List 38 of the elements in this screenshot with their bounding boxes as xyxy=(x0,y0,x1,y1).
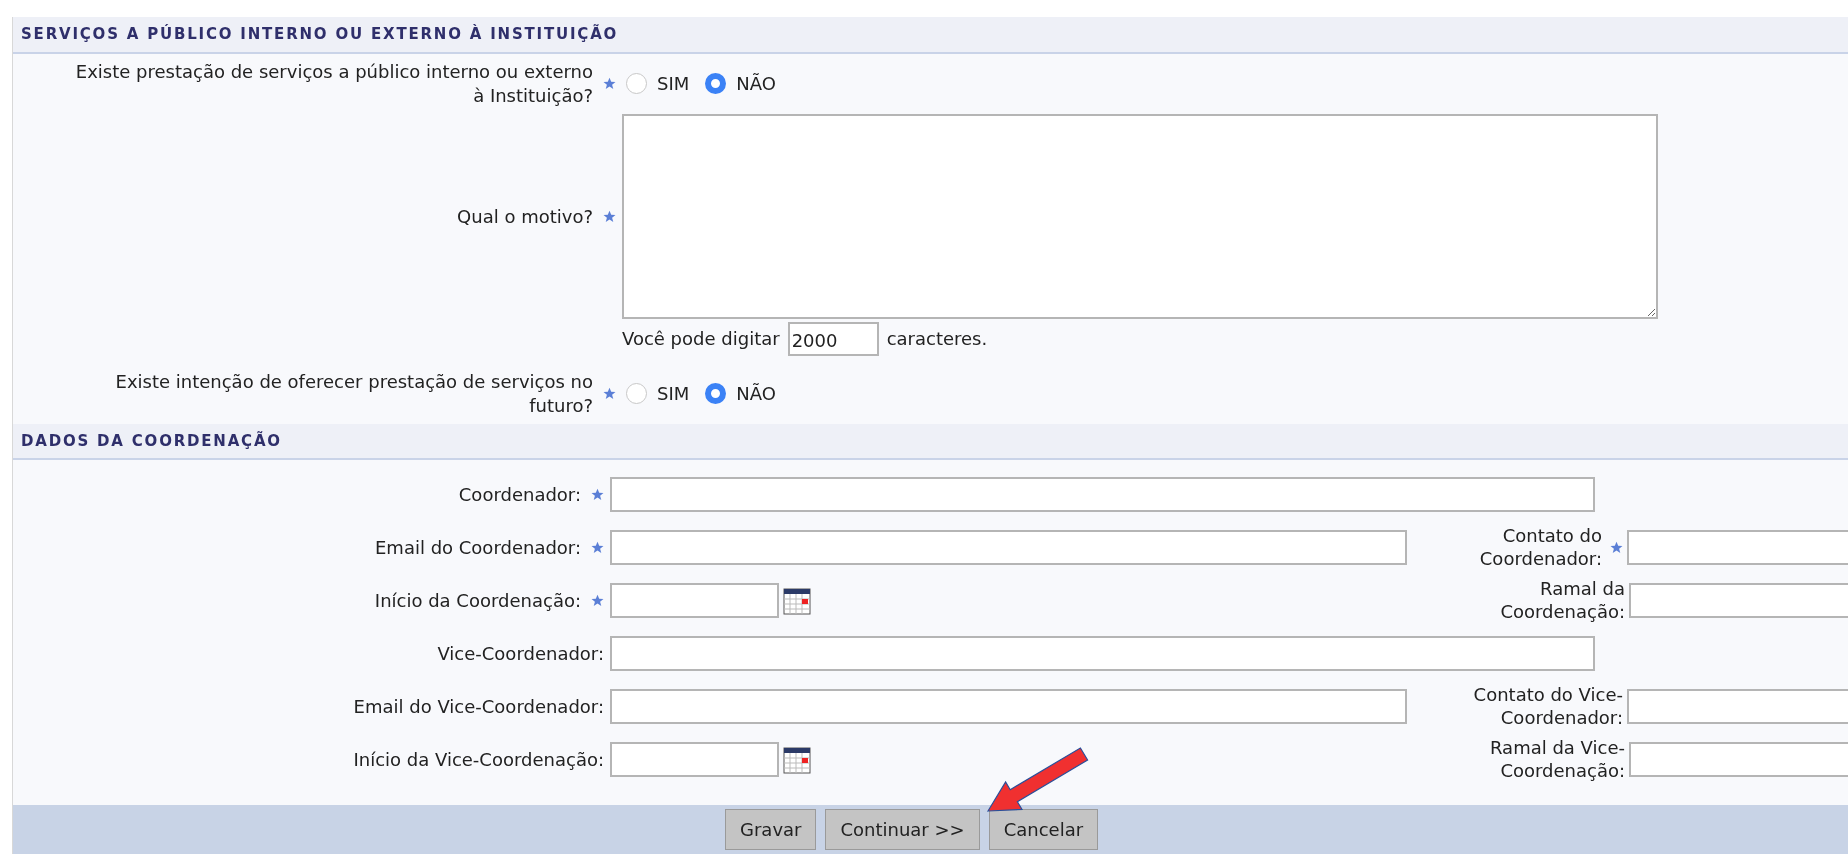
field-label: Vice-Coordenador: xyxy=(437,641,604,666)
date-field[interactable] xyxy=(610,742,779,777)
field-label: Email do Vice-Coordenador: xyxy=(353,694,604,719)
field-label: Email do Coordenador: xyxy=(374,535,581,560)
radio-label: SIM xyxy=(657,382,690,406)
text-field[interactable] xyxy=(610,530,1407,565)
radio-label: NÃO xyxy=(736,72,776,96)
text-field[interactable] xyxy=(610,689,1407,724)
field-label: Coordenador: xyxy=(458,482,581,507)
radio-button[interactable] xyxy=(626,73,647,94)
counter-field: 2000 xyxy=(787,321,879,356)
counter-text: caracteres. xyxy=(886,327,988,351)
counter-text: Você pode digitar xyxy=(622,327,780,351)
radio-button[interactable] xyxy=(705,383,727,404)
field-label: Início da Coordenação: xyxy=(374,588,581,613)
field-label: Ramal da Coordenação: xyxy=(1499,578,1625,623)
section-header: SERVIÇOS A PÚBLICO INTERNO OU EXTERNO À INSTITUIÇÃO xyxy=(13,17,1848,54)
form-button[interactable]: Gravar xyxy=(725,809,817,850)
date-field[interactable] xyxy=(610,583,779,618)
field-label: Existe prestação de serviços a público interno ou externo à Instituição? xyxy=(74,60,593,107)
field-label: Contato do Vice-Coordenador: xyxy=(1472,684,1623,729)
field-label: Ramal da Vice-Coordenação: xyxy=(1489,737,1625,782)
form-button[interactable]: Continuar >> xyxy=(825,809,980,850)
radio-label: SIM xyxy=(657,72,690,96)
field-label: Qual o motivo? xyxy=(457,204,593,229)
radio-label: NÃO xyxy=(736,382,776,406)
field-label: Início da Vice-Coordenação: xyxy=(353,747,604,772)
radio-button[interactable] xyxy=(626,383,647,404)
radio-button[interactable] xyxy=(705,73,727,94)
reason-textarea[interactable] xyxy=(622,113,1658,319)
text-field[interactable] xyxy=(610,477,1595,512)
section-header: DADOS DA COORDENAÇÃO xyxy=(13,423,1848,460)
form-button[interactable]: Cancelar xyxy=(988,809,1099,850)
calendar-icon[interactable] xyxy=(782,585,812,616)
field-label: Contato do Coordenador: xyxy=(1478,525,1602,570)
text-field[interactable] xyxy=(610,636,1595,671)
calendar-icon[interactable] xyxy=(782,744,812,775)
field-label: Existe intenção de oferecer prestação de serviços no futuro? xyxy=(114,370,593,417)
